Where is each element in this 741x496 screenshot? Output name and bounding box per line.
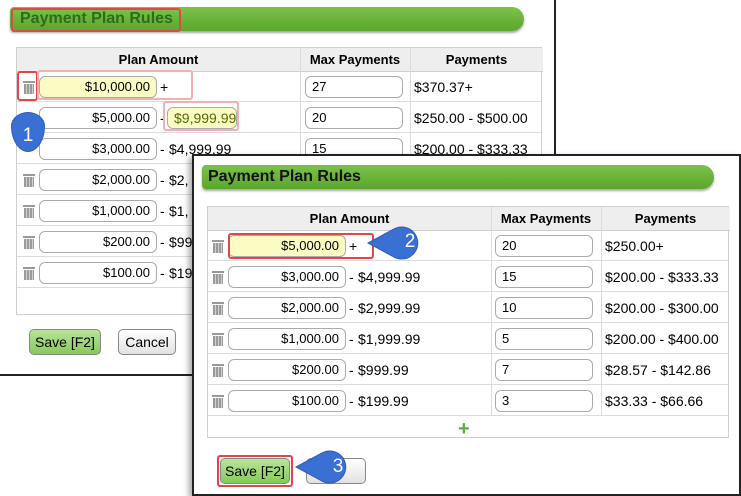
range-separator: - [160,265,165,281]
plan-amount-to-text: $199.99 [358,393,409,409]
plan-amount-to-text: $19 [169,265,193,281]
trash-icon[interactable] [23,267,35,280]
plan-amount-from-input[interactable]: $2,000.00 [228,297,346,319]
trash-icon[interactable] [212,395,224,408]
plan-amount-to-text: $1, [169,203,189,219]
range-separator: - [349,300,354,316]
plan-amount-from-input[interactable]: $200.00 [228,359,346,381]
range-separator: - [349,393,354,409]
trash-icon[interactable] [212,302,224,315]
col-header-plan-amount: Plan Amount [208,207,491,231]
table-row: $5,000.00 - $9,999.99 20 $250.00 - $500.… [17,103,541,133]
max-payments-input[interactable]: 15 [495,266,593,288]
col-header-max-payments: Max Payments [300,48,410,72]
max-payments-input[interactable]: 5 [495,328,593,350]
callout-2: 2 [404,231,416,252]
col-header-max-payments: Max Payments [491,207,601,231]
trash-icon[interactable] [23,236,35,249]
max-payments-input[interactable]: 3 [495,390,593,412]
range-separator: - [160,203,165,219]
table-row: $100.00 - $199.99 3 $33.33 - $66.66 [208,386,728,416]
range-separator: - [349,362,354,378]
col-header-payments: Payments [601,207,730,231]
plan-amount-from-input[interactable]: $100.00 [228,390,346,412]
save-button[interactable]: Save [F2] [29,329,101,355]
panel-title: Payment Plan Rules [208,168,361,185]
cancel-button[interactable]: Cancel [118,329,176,355]
plan-amount-from-input[interactable]: $3,000.00 [39,138,157,160]
plan-amount-from-input[interactable]: $5,000.00 [39,107,157,129]
range-separator: - [160,172,165,188]
trash-icon[interactable] [212,271,224,284]
payments-range: $33.33 - $66.66 [605,393,704,409]
trash-icon[interactable] [212,364,224,377]
plan-amount-to-text: $4,999.99 [358,269,421,285]
plan-amount-from-input[interactable]: $2,000.00 [39,169,157,191]
plan-amount-to-text: $2,999.99 [358,300,421,316]
max-payments-input[interactable]: 7 [495,359,593,381]
payments-range: $200.00 - $400.00 [605,331,719,347]
range-separator: - [349,331,354,347]
plan-amount-to-text: $2, [169,172,189,188]
payments-range: $28.57 - $142.86 [605,362,711,378]
col-header-plan-amount: Plan Amount [17,48,300,72]
payments-range: $250.00 - $500.00 [414,110,528,126]
plan-amount-to-text: $1,999.99 [358,331,421,347]
plan-amount-from-input[interactable]: $200.00 [39,231,157,253]
trash-icon[interactable] [23,174,35,187]
first-row-highlight-box [228,233,374,259]
table-row: $2,000.00 - $2,999.99 10 $200.00 - $300.… [208,293,728,323]
callout-3: 3 [332,456,344,477]
plan-amount-from-input[interactable]: $100.00 [39,262,157,284]
first-row-highlight-box [37,70,193,100]
payments-range: $250.00+ [605,238,664,254]
payment-plan-panel-foreground: Payment Plan Rules Plan Amount Max Payme… [192,154,741,496]
to-field-highlight-box [163,101,239,131]
table-row: $3,000.00 - $4,999.99 15 $200.00 - $333.… [208,262,728,292]
plan-amount-to-text: $99 [169,234,193,250]
payments-range: $200.00 - $333.33 [605,269,719,285]
max-payments-input[interactable]: 10 [495,297,593,319]
title-highlight-box [11,8,181,32]
plus-icon[interactable]: + [458,419,470,439]
plan-amount-from-input[interactable]: $3,000.00 [228,266,346,288]
table-row: $200.00 - $999.99 7 $28.57 - $142.86 [208,355,728,385]
max-payments-input[interactable]: 20 [305,107,403,129]
max-payments-input[interactable]: 20 [495,235,593,257]
range-separator: - [349,269,354,285]
delete-highlight-box [17,71,38,101]
plan-amount-from-input[interactable]: $1,000.00 [228,328,346,350]
trash-icon[interactable] [212,333,224,346]
max-payments-input[interactable]: 27 [305,76,403,98]
save-highlight-box [217,455,293,487]
trash-icon[interactable] [212,240,224,253]
table-row: $1,000.00 - $1,999.99 5 $200.00 - $400.0… [208,324,728,354]
range-separator: - [160,234,165,250]
plan-amount-to-text: $999.99 [358,362,409,378]
trash-icon[interactable] [23,205,35,218]
plan-amount-from-input[interactable]: $1,000.00 [39,200,157,222]
range-separator: - [160,141,165,157]
payments-range: $200.00 - $300.00 [605,300,719,316]
payments-range: $370.37+ [414,79,473,95]
col-header-payments: Payments [410,48,543,72]
